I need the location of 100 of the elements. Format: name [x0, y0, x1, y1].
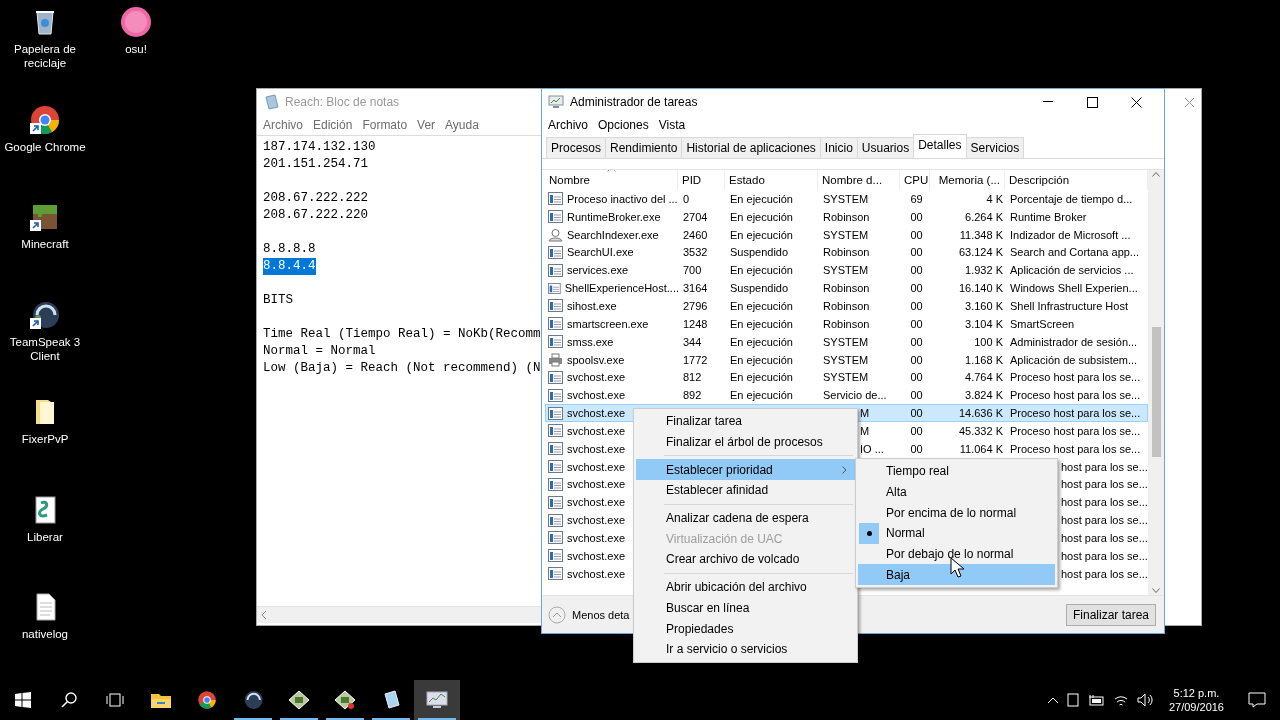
- minimize-icon: [1043, 101, 1053, 103]
- printer-icon: [548, 352, 563, 367]
- table-cell-text: 00: [909, 264, 924, 277]
- battery-icon[interactable]: [1086, 694, 1105, 706]
- headset-icon[interactable]: [242, 689, 264, 711]
- tab[interactable]: Usuarios: [856, 137, 915, 158]
- desktop-icon-label[interactable]: osu!: [95, 42, 177, 56]
- menu-item[interactable]: Vista: [654, 117, 690, 133]
- menu-item[interactable]: Tiempo real: [858, 461, 1055, 482]
- menu-item[interactable]: Finalizar tarea: [636, 411, 855, 432]
- scroll-left-icon[interactable]: [261, 611, 267, 619]
- scroll-down-icon[interactable]: [1152, 588, 1160, 593]
- menu-item[interactable]: Opciones: [594, 117, 653, 133]
- table-cell: SearchUI.exe: [567, 246, 634, 259]
- menu-item[interactable]: Analizar cadena de espera: [636, 507, 855, 529]
- table-cell-text: 0: [682, 192, 691, 205]
- close-icon[interactable]: [1184, 96, 1195, 108]
- table-cell-text: 1.168 K: [964, 353, 1004, 366]
- menu-item[interactable]: Ir a servicio o servicios: [636, 638, 855, 660]
- notification-icon[interactable]: [1248, 692, 1266, 708]
- tab[interactable]: Servicios: [965, 137, 1025, 158]
- menu-item[interactable]: Ver: [413, 117, 440, 133]
- desktop-icon-label[interactable]: Google Chrome: [4, 139, 86, 154]
- window-icon: [548, 567, 563, 581]
- scroll-up-icon[interactable]: [1152, 172, 1160, 177]
- tab[interactable]: Inicio: [819, 137, 858, 158]
- table-cell-text: M: [859, 407, 871, 420]
- table-cell: svchost.exe: [567, 514, 626, 527]
- end-task-button[interactable]: Finalizar tarea: [1065, 603, 1156, 626]
- taskbar-app[interactable]: [414, 680, 460, 720]
- desktop-icon-label[interactable]: FixerPvP: [4, 432, 86, 446]
- menu-item[interactable]: Establecer prioridad: [636, 459, 855, 481]
- picture-frame-icon[interactable]: [288, 690, 310, 710]
- table-cell: ShellExperienceHost....: [564, 282, 679, 295]
- table-cell-text: En ejecución: [729, 389, 794, 402]
- column-header[interactable]: Memoria (...: [930, 170, 1005, 190]
- menu-item[interactable]: Ayuda: [441, 117, 483, 133]
- table-cell-text: En ejecución: [729, 264, 794, 277]
- table-cell-text: 3.824 K: [964, 389, 1004, 402]
- wifi-icon[interactable]: [1112, 693, 1129, 707]
- column-header[interactable]: Estado: [725, 170, 818, 190]
- chevron-up-icon[interactable]: [1046, 696, 1059, 704]
- menu-item[interactable]: Finalizar el árbol de procesos: [636, 431, 855, 453]
- table-cell: svchost.exe: [567, 407, 626, 420]
- window-icon: [548, 317, 563, 331]
- text-line: BITS: [263, 292, 293, 309]
- menu-item[interactable]: Normal: [858, 523, 1055, 544]
- menu-item[interactable]: Propiedades: [636, 618, 855, 639]
- notepad-icon[interactable]: [381, 690, 401, 710]
- column-header[interactable]: PID: [678, 170, 725, 190]
- desktop-icon-label[interactable]: TeamSpeak 3 Client: [4, 334, 86, 363]
- menu-item[interactable]: Abrir ubicación del archivo: [636, 576, 855, 598]
- table-cell: SearchIndexer.exe: [567, 228, 659, 241]
- menu-item[interactable]: Por debajo de lo normal: [858, 543, 1055, 565]
- monitor-icon[interactable]: [426, 690, 448, 710]
- table-cell: svchost.exe: [567, 424, 626, 437]
- close-icon: [1130, 96, 1142, 108]
- menu-item[interactable]: Buscar en línea: [636, 597, 855, 619]
- menu-item[interactable]: Alta: [858, 481, 1055, 503]
- tablet-icon[interactable]: [1066, 693, 1079, 707]
- picture-frame-icon[interactable]: [334, 690, 356, 710]
- table-cell-text: Robinson: [822, 210, 871, 223]
- menu-item[interactable]: Edición: [309, 117, 357, 133]
- desktop-icon-label[interactable]: Liberar: [4, 529, 86, 544]
- menu-item[interactable]: Baja: [858, 564, 1055, 586]
- running-indicator: [234, 718, 272, 720]
- tab[interactable]: Historial de aplicaciones: [681, 137, 821, 158]
- vertical-scrollbar[interactable]: [1148, 170, 1164, 595]
- tab[interactable]: Procesos: [546, 137, 607, 158]
- table-cell-text: 2460: [682, 228, 709, 241]
- window-icon: [548, 192, 563, 206]
- menu-item[interactable]: Formato: [358, 117, 412, 133]
- window-icon: [548, 263, 563, 277]
- clock-date: 27/09/2016: [1168, 700, 1224, 714]
- desktop-icon-label[interactable]: Minecraft: [4, 237, 86, 251]
- window-title: Reach: Bloc de notas: [285, 95, 400, 109]
- table-cell-text: Proceso host para los se...: [1009, 389, 1142, 402]
- speaker-icon[interactable]: [1136, 693, 1155, 707]
- menu-item[interactable]: Crear archivo de volcado: [636, 549, 855, 570]
- table-cell-text: 892: [682, 389, 703, 402]
- column-header[interactable]: Nombre: [545, 170, 678, 190]
- menu-item[interactable]: Archivo: [259, 117, 307, 133]
- folder-icon[interactable]: [150, 691, 172, 709]
- menu-item[interactable]: Archivo: [544, 117, 592, 133]
- menu-item[interactable]: Por encima de lo normal: [858, 502, 1055, 524]
- tab[interactable]: Rendimiento: [605, 137, 683, 158]
- table-cell: svchost.exe: [567, 442, 626, 455]
- menu-item[interactable]: Establecer afinidad: [636, 480, 855, 501]
- desktop-icon-label[interactable]: nativelog: [4, 627, 86, 641]
- table-cell-text: IO ...: [859, 442, 885, 455]
- text-line: Low (Baja) = Reach (Not recommend) (N: [263, 360, 541, 377]
- table-cell-text: Runtime Broker: [1009, 210, 1088, 223]
- fewer-details-link[interactable]: Menos deta: [548, 605, 630, 624]
- chrome-icon[interactable]: [197, 690, 217, 710]
- column-header[interactable]: CPU: [900, 170, 930, 190]
- desktop-icon-label[interactable]: Papelera de reciclaje: [4, 42, 86, 70]
- column-header[interactable]: Nombre d...: [818, 170, 900, 190]
- scrollbar-thumb[interactable]: [1151, 327, 1161, 457]
- table-cell-text: En ejecución: [729, 228, 794, 241]
- clock[interactable]: 5:12 p.m. 27/09/2016: [1162, 686, 1230, 714]
